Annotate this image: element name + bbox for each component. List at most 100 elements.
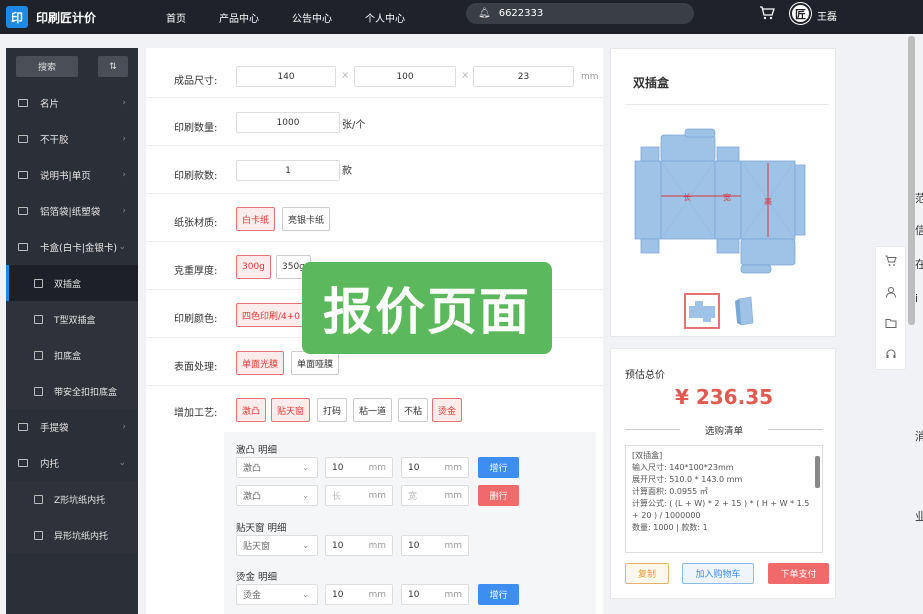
craft-option-emboss[interactable]: 激凸 (236, 398, 267, 422)
sidebar-sub-label: Z形坑纸内托 (54, 495, 106, 506)
width-input[interactable]: 100 (354, 66, 456, 87)
chevron-down-icon: ⌄ (302, 491, 309, 500)
folder-open-icon (18, 243, 28, 251)
foil-length-input[interactable]: 10 mm (325, 584, 393, 605)
logo[interactable]: 印 印刷匠计价 (6, 6, 96, 28)
sidebar-item-foil-bags[interactable]: 铝箔袋|纸塑袋 › (6, 193, 138, 229)
place-order-button[interactable]: 下单支付 (768, 563, 829, 584)
sidebar-sub-shaped-tray[interactable]: 异形坑纸内托 (6, 517, 138, 553)
emboss-length-input-2[interactable]: 长 mm (325, 485, 393, 506)
sidebar-sub-label: 扣底盒 (54, 351, 82, 362)
sidebar-sub-t-tuck[interactable]: T型双插盒 (6, 301, 138, 337)
document-icon (34, 278, 43, 288)
sidebar-item-stickers[interactable]: 不干胶 › (6, 121, 138, 157)
nav-products[interactable]: 产品中心 (219, 10, 259, 25)
color-option-4c[interactable]: 四色印刷/4+0 (236, 303, 307, 327)
nav-announcements[interactable]: 公告中心 (292, 10, 332, 25)
nav-home[interactable]: 首页 (166, 10, 186, 25)
emboss-type-select-1[interactable]: 激凸 ⌄ (236, 457, 318, 478)
add-row-button[interactable]: 增行 (478, 584, 519, 605)
purchase-list-title: 选购清单 (611, 423, 837, 437)
sidebar-item-label: 铝箔袋|纸塑袋 (40, 207, 101, 218)
craft-option-window[interactable]: 贴天窗 (271, 398, 311, 422)
nav-profile[interactable]: 个人中心 (365, 10, 405, 25)
height-input[interactable]: 23 (473, 66, 574, 87)
craft-option-glue-one[interactable]: 粘一道 (353, 398, 393, 422)
thumbnail-dieline[interactable] (684, 293, 720, 329)
list-line: 展开尺寸: 510.0 * 143.0 mm (632, 475, 743, 484)
chevron-down-icon: ⌄ (302, 541, 309, 550)
chevron-right-icon: › (122, 422, 126, 432)
add-to-cart-button[interactable]: 加入购物车 (682, 563, 754, 584)
price-panel: 预估总价 ¥ 236.35 选购清单 [双插盒] 输入尺寸: 140*100*2… (610, 348, 836, 599)
size-row: 成品尺寸: 140 × 100 × 23 mm (146, 58, 603, 98)
sidebar-sub-lock-bottom[interactable]: 扣底盒 (6, 337, 138, 373)
window-type-select[interactable]: 贴天窗 ⌄ (236, 535, 318, 556)
copy-button[interactable]: 复制 (625, 563, 669, 584)
styles-input[interactable]: 1 (236, 160, 340, 181)
edge-char: i (915, 292, 919, 305)
paper-option-silver[interactable]: 亮银卡纸 (282, 207, 331, 231)
foil-detail-title: 烫金 明细 (236, 572, 278, 583)
cart-icon[interactable] (885, 255, 897, 267)
purchase-list-textarea[interactable]: [双插盒] 输入尺寸: 140*100*23mm 展开尺寸: 510.0 * 1… (625, 445, 823, 553)
username[interactable]: 王磊 (817, 8, 837, 23)
window-detail-title: 贴天窗 明细 (236, 523, 287, 534)
emboss-length-input-1[interactable]: 10 mm (325, 457, 393, 478)
surface-option-gloss[interactable]: 单面光膜 (236, 351, 285, 375)
list-scrollbar[interactable] (815, 456, 820, 488)
craft-label: 增加工艺: (174, 408, 218, 419)
sidebar-item-cards[interactable]: 名片 › (6, 85, 138, 121)
avatar[interactable]: 匠 (790, 3, 811, 24)
sidebar-item-handbags[interactable]: 手提袋 › (6, 409, 138, 445)
folder-icon (18, 207, 28, 215)
dieline-thumb-icon (689, 301, 715, 322)
list-line: 计算面积: 0.0955 ㎡ (632, 487, 708, 496)
times-icon: × (341, 70, 350, 81)
search-value: 6622333 (498, 8, 544, 19)
search-input[interactable]: 🔔︎ 6622333 (466, 3, 694, 24)
edge-char: 信 (915, 224, 923, 237)
sidebar-item-boxes[interactable]: 卡盒(白卡|金银卡) ⌄ (6, 229, 138, 265)
foil-type-select[interactable]: 烫金 ⌄ (236, 584, 318, 605)
styles-unit: 款 (342, 166, 352, 177)
box-3d-icon (735, 296, 754, 326)
sidebar-sub-double-tuck[interactable]: 双插盒 (6, 265, 138, 301)
delete-row-button[interactable]: 删行 (478, 485, 519, 506)
styles-label: 印刷款数: (174, 171, 218, 182)
craft-option-no-glue[interactable]: 不粘 (398, 398, 429, 422)
qty-input[interactable]: 1000 (236, 112, 340, 133)
surface-label: 表面处理: (174, 362, 218, 373)
chevron-down-icon: ⌄ (118, 242, 126, 252)
sidebar-sub-label: 带安全扣扣底盒 (54, 387, 118, 398)
emboss-width-input-1[interactable]: 10 mm (401, 457, 469, 478)
sidebar-sub-safe-lock-bottom[interactable]: 带安全扣扣底盒 (6, 373, 138, 409)
window-width-input[interactable]: 10 mm (401, 535, 469, 556)
sidebar-sub-z-tray[interactable]: Z形坑纸内托 (6, 481, 138, 517)
add-row-button[interactable]: 增行 (478, 457, 519, 478)
thumbnail-3d[interactable] (729, 293, 765, 329)
emboss-width-input-2[interactable]: 宽 mm (401, 485, 469, 506)
paper-option-white[interactable]: 白卡纸 (236, 207, 276, 231)
sort-icon[interactable]: ⇅ (98, 56, 128, 77)
weight-label: 克重厚度: (174, 266, 218, 277)
window-length-input[interactable]: 10 mm (325, 535, 393, 556)
sidebar-item-manuals[interactable]: 说明书|单页 › (6, 157, 138, 193)
craft-option-numbering[interactable]: 打码 (317, 398, 348, 422)
sidebar-search-button[interactable]: 搜索 (16, 56, 78, 77)
length-input[interactable]: 140 (236, 66, 336, 87)
dim-length-label: 长 (683, 192, 691, 202)
headset-icon[interactable] (885, 348, 897, 360)
foil-width-input[interactable]: 10 mm (401, 584, 469, 605)
cart-icon[interactable] (759, 5, 775, 21)
surface-option-matte[interactable]: 单面哑膜 (291, 351, 340, 375)
page-scrollbar[interactable] (908, 36, 915, 325)
logo-mark: 印 (6, 6, 28, 28)
emboss-type-select-2[interactable]: 激凸 ⌄ (236, 485, 318, 506)
qty-unit: 张/个 (342, 120, 366, 131)
weight-option-300[interactable]: 300g (236, 255, 271, 279)
folder-icon[interactable] (885, 317, 897, 329)
craft-option-foil[interactable]: 烫金 (432, 398, 463, 422)
sidebar-item-trays[interactable]: 内托 ⌄ (6, 445, 138, 481)
user-icon[interactable] (885, 286, 897, 298)
